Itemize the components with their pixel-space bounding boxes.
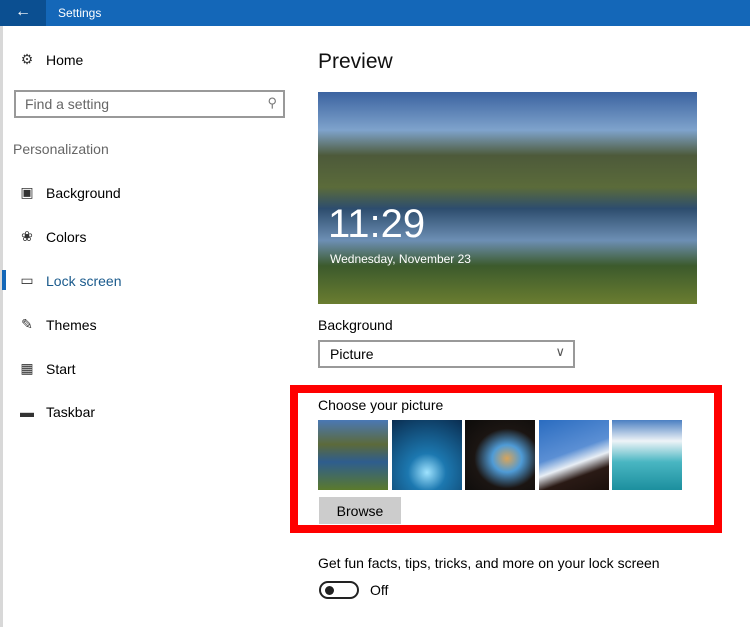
sidebar-item-home[interactable]: ⚙ Home [18,51,84,68]
search-input[interactable]: Find a setting ⚲ [14,90,285,118]
picture-thumbnail[interactable] [539,420,609,490]
dropdown-value: Picture [330,346,374,362]
palette-icon: ❀ [21,228,33,244]
preview-heading: Preview [318,50,393,73]
picture-thumbnail[interactable] [318,420,388,490]
browse-button[interactable]: Browse [319,497,401,524]
picture-thumbnail[interactable] [465,420,535,490]
picture-icon: ▣ [20,184,34,200]
toggle-state: Off [370,582,389,598]
preview-time: 11:29 [328,202,426,246]
choose-picture-label: Choose your picture [318,397,444,413]
back-button[interactable]: ← [0,0,46,26]
nav-label: Start [46,360,76,377]
picture-thumbnail[interactable] [392,420,462,490]
sidebar-item-colors[interactable]: ❀ Colors [18,228,86,245]
window-edge [0,26,3,627]
preview-date: Wednesday, November 23 [330,252,471,266]
lock-screen-preview: 11:29 Wednesday, November 23 [318,92,697,304]
section-heading: Personalization [13,141,109,157]
window-title: Settings [58,6,102,20]
sidebar-item-themes[interactable]: ✎ Themes [18,316,97,333]
themes-icon: ✎ [21,316,33,332]
sidebar-item-taskbar[interactable]: ▬ Taskbar [18,404,95,420]
background-dropdown[interactable]: Picture ∨ [318,340,575,368]
fun-facts-toggle[interactable] [319,581,359,599]
gear-icon: ⚙ [20,51,34,67]
title-bar [0,0,750,26]
nav-label: Lock screen [46,272,122,289]
nav-label: Themes [46,316,97,333]
sidebar-item-lock-screen[interactable]: ▭ Lock screen [18,272,121,289]
lock-screen-icon: ▭ [20,272,34,288]
sidebar-item-background[interactable]: ▣ Background [18,184,121,201]
chevron-down-icon: ∨ [555,344,565,359]
picture-thumbnail[interactable] [612,420,682,490]
fun-facts-label: Get fun facts, tips, tricks, and more on… [318,555,660,571]
taskbar-icon: ▬ [20,404,34,420]
nav-label: Taskbar [46,404,96,420]
search-placeholder: Find a setting [25,96,110,112]
search-icon: ⚲ [267,95,277,110]
arrow-left-icon: ← [15,3,31,20]
nav-label: Colors [46,228,87,245]
nav-label: Background [46,184,121,201]
toggle-knob [325,586,334,595]
sidebar-item-start[interactable]: ▦ Start [18,360,76,377]
start-icon: ▦ [20,360,34,376]
home-label: Home [46,51,84,68]
background-label: Background [318,317,393,333]
selection-indicator [2,270,6,290]
